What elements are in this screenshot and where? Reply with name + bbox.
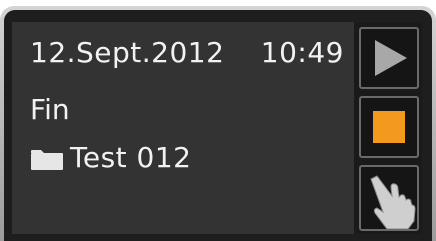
hand-touch-icon (370, 175, 416, 229)
file-name-label: Test 012 (70, 141, 192, 174)
touch-mode-button[interactable] (359, 165, 419, 231)
time-label: 10:49 (260, 36, 344, 69)
stop-icon (373, 111, 405, 143)
play-button[interactable] (359, 27, 419, 89)
date-label: 12.Sept.2012 (30, 36, 225, 69)
display-screen: 12.Sept.2012 10:49 Fin Test 012 (12, 22, 354, 234)
status-label: Fin (30, 93, 70, 126)
stop-button[interactable] (359, 96, 419, 158)
control-panel (354, 22, 422, 234)
play-icon (375, 40, 407, 76)
folder-icon (31, 150, 63, 170)
